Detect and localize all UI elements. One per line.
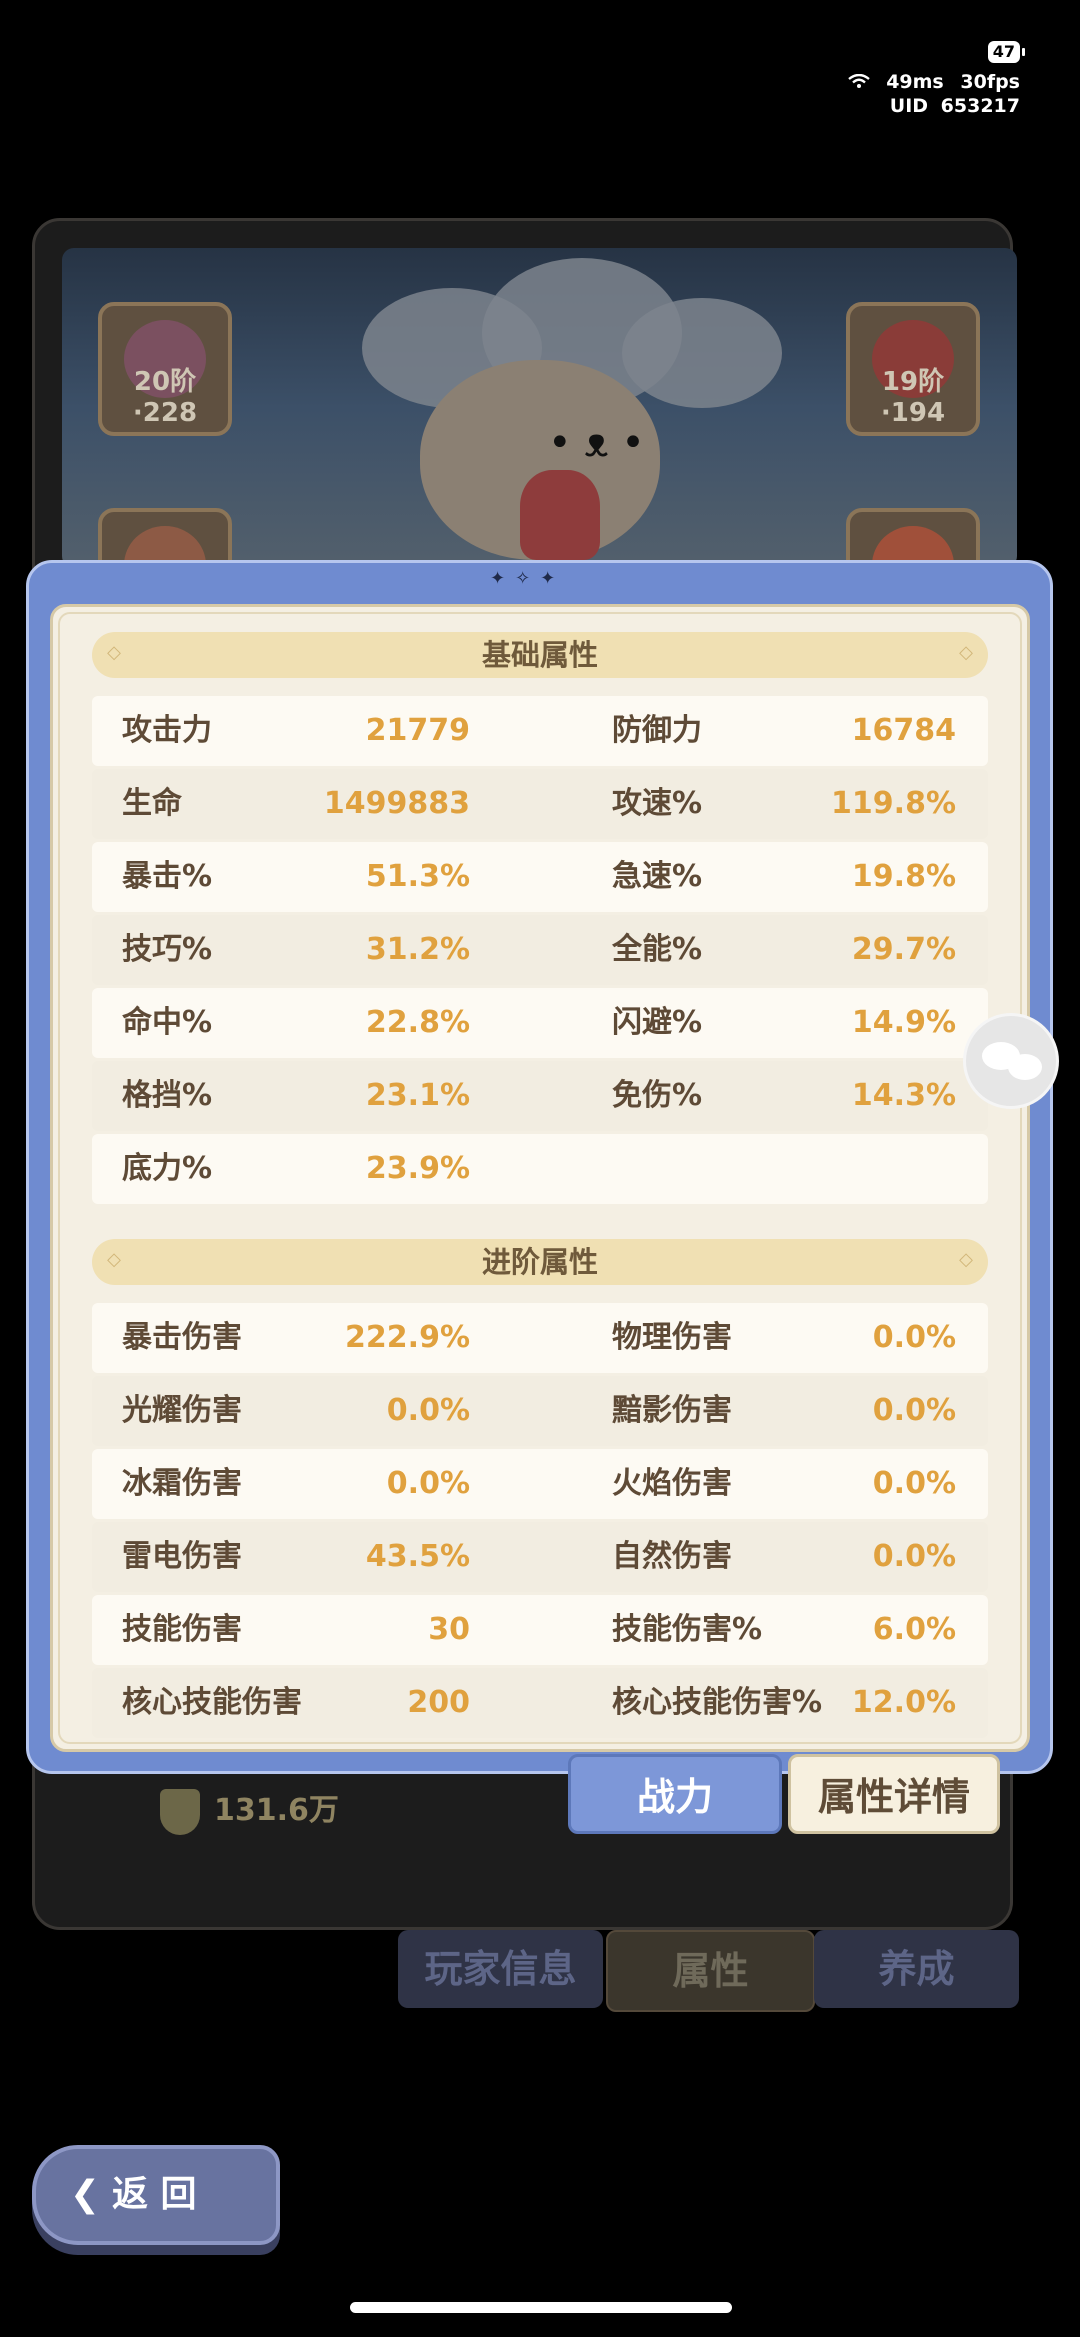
attribute-value: 0.0% xyxy=(872,1320,956,1355)
ping-text: 49ms xyxy=(886,71,944,93)
attribute-row: 格挡% 23.1% 免伤% 14.3% xyxy=(92,1061,988,1131)
gear-slot-left-top[interactable]: 20阶·228 xyxy=(98,302,232,436)
battery-indicator: 47 xyxy=(987,41,1026,63)
attribute-row: 技能伤害 30 技能伤害% 6.0% xyxy=(92,1595,988,1665)
combat-power-value: 131.6万 xyxy=(214,1793,339,1828)
back-button[interactable]: ❮ 返 回 xyxy=(32,2145,280,2245)
shield-icon xyxy=(160,1788,200,1835)
bear-face-icon: • ᴥ • xyxy=(548,420,645,466)
attribute-row: 暴击% 51.3% 急速% 19.8% xyxy=(92,842,988,912)
wifi-icon xyxy=(847,71,870,88)
attribute-label: 冰霜伤害 xyxy=(122,1466,242,1501)
chat-icon[interactable] xyxy=(963,1013,1059,1109)
attribute-value: 14.9% xyxy=(851,1005,956,1040)
attribute-value: 200 xyxy=(407,1685,470,1720)
diamond-icon: ◇ xyxy=(107,642,121,663)
attribute-value: 22.8% xyxy=(365,1005,470,1040)
combat-power: 131.6万 xyxy=(160,1785,339,1835)
attribute-value: 6.0% xyxy=(872,1612,956,1647)
attribute-label: 急速% xyxy=(612,859,703,894)
attribute-label: 防御力 xyxy=(612,713,702,748)
attribute-label: 火焰伤害 xyxy=(612,1466,732,1501)
attribute-label: 暴击伤害 xyxy=(122,1320,242,1355)
attribute-label: 技能伤害 xyxy=(122,1612,242,1647)
attribute-value: 23.9% xyxy=(365,1151,470,1186)
uid-label: UID xyxy=(889,95,929,117)
diamond-icon: ◇ xyxy=(959,642,973,663)
attribute-value: 0.0% xyxy=(872,1393,956,1428)
attribute-value: 0.0% xyxy=(386,1393,470,1428)
tab-nurture[interactable]: 养成 xyxy=(814,1930,1019,2008)
uid-value: 653217 xyxy=(940,95,1020,117)
attribute-label: 雷电伤害 xyxy=(122,1539,242,1574)
diamond-icon: ◇ xyxy=(107,1249,121,1270)
status-overlay: 47 49ms 30fps UID 653217 xyxy=(838,40,1026,117)
section-basic-title: 基础属性 xyxy=(481,638,598,672)
attribute-label: 技能伤害% xyxy=(612,1612,763,1647)
section-advanced-header: ◇ 进阶属性 ◇ xyxy=(92,1239,988,1285)
attribute-row: 技巧% 31.2% 全能% 29.7% xyxy=(92,915,988,985)
attribute-value: 222.9% xyxy=(345,1320,470,1355)
attribute-row: 攻击力 21779 防御力 16784 xyxy=(92,696,988,766)
attribute-value: 29.7% xyxy=(851,932,956,967)
home-indicator[interactable] xyxy=(350,2302,732,2313)
attribute-row: 暴击伤害 222.9% 物理伤害 0.0% xyxy=(92,1303,988,1373)
gear-slot-right-top[interactable]: 19阶·194 xyxy=(846,302,980,436)
attribute-row: 冰霜伤害 0.0% 火焰伤害 0.0% xyxy=(92,1449,988,1519)
attribute-value: 31.2% xyxy=(365,932,470,967)
attribute-row: 雷电伤害 43.5% 自然伤害 0.0% xyxy=(92,1522,988,1592)
attribute-label: 生命 xyxy=(122,786,182,821)
attribute-value: 16784 xyxy=(851,713,956,748)
attribute-label: 底力% xyxy=(122,1151,213,1186)
attribute-label: 光耀伤害 xyxy=(122,1393,242,1428)
attribute-value: 0.0% xyxy=(872,1539,956,1574)
attribute-label: 攻速% xyxy=(612,786,703,821)
attribute-row: 光耀伤害 0.0% 黯影伤害 0.0% xyxy=(92,1376,988,1446)
attribute-value: 23.1% xyxy=(365,1078,470,1113)
attribute-label: 自然伤害 xyxy=(612,1539,732,1574)
attribute-value: 14.3% xyxy=(851,1078,956,1113)
fps-text: 30fps xyxy=(960,71,1020,93)
attribute-value: 19.8% xyxy=(851,859,956,894)
attribute-value: 12.0% xyxy=(851,1685,956,1720)
gear-level: 19阶·194 xyxy=(880,367,946,428)
attribute-row: 底力% 23.9% xyxy=(92,1134,988,1204)
attribute-value: 51.3% xyxy=(365,859,470,894)
attribute-value: 0.0% xyxy=(872,1466,956,1501)
attribute-detail-button[interactable]: 属性详情 xyxy=(788,1754,1000,1834)
chevron-left-icon: ❮ xyxy=(69,2174,101,2215)
attribute-value: 119.8% xyxy=(831,786,956,821)
attribute-label: 技巧% xyxy=(122,932,213,967)
section-advanced-title: 进阶属性 xyxy=(481,1245,598,1279)
attribute-label: 黯影伤害 xyxy=(612,1393,732,1428)
combat-power-button[interactable]: 战力 xyxy=(568,1754,782,1834)
back-label: 返 回 xyxy=(112,2174,197,2215)
attribute-value: 21779 xyxy=(365,713,470,748)
attribute-value: 1499883 xyxy=(323,786,470,821)
gear-level: 20阶·228 xyxy=(132,367,198,428)
attribute-label: 闪避% xyxy=(612,1005,703,1040)
tab-player-info[interactable]: 玩家信息 xyxy=(398,1930,603,2008)
diamond-icon: ◇ xyxy=(959,1249,973,1270)
attribute-label: 暴击% xyxy=(122,859,213,894)
attribute-label: 攻击力 xyxy=(122,713,212,748)
tab-attributes[interactable]: 属性 xyxy=(606,1930,815,2012)
character-avatar xyxy=(520,470,600,560)
attribute-label: 免伤% xyxy=(612,1078,703,1113)
attribute-label: 全能% xyxy=(612,932,703,967)
attribute-row: 命中% 22.8% 闪避% 14.9% xyxy=(92,988,988,1058)
attribute-label: 物理伤害 xyxy=(612,1320,732,1355)
attribute-row: 核心技能伤害 200 核心技能伤害% 12.0% xyxy=(92,1668,988,1738)
attribute-value: 30 xyxy=(428,1612,470,1647)
attribute-label: 格挡% xyxy=(122,1078,213,1113)
attribute-value: 0.0% xyxy=(386,1466,470,1501)
section-basic-header: ◇ 基础属性 ◇ xyxy=(92,632,988,678)
ornament-icon: ✦✧✦ xyxy=(490,568,566,589)
attribute-label: 命中% xyxy=(122,1005,213,1040)
attribute-value: 43.5% xyxy=(365,1539,470,1574)
attribute-row: 生命 1499883 攻速% 119.8% xyxy=(92,769,988,839)
